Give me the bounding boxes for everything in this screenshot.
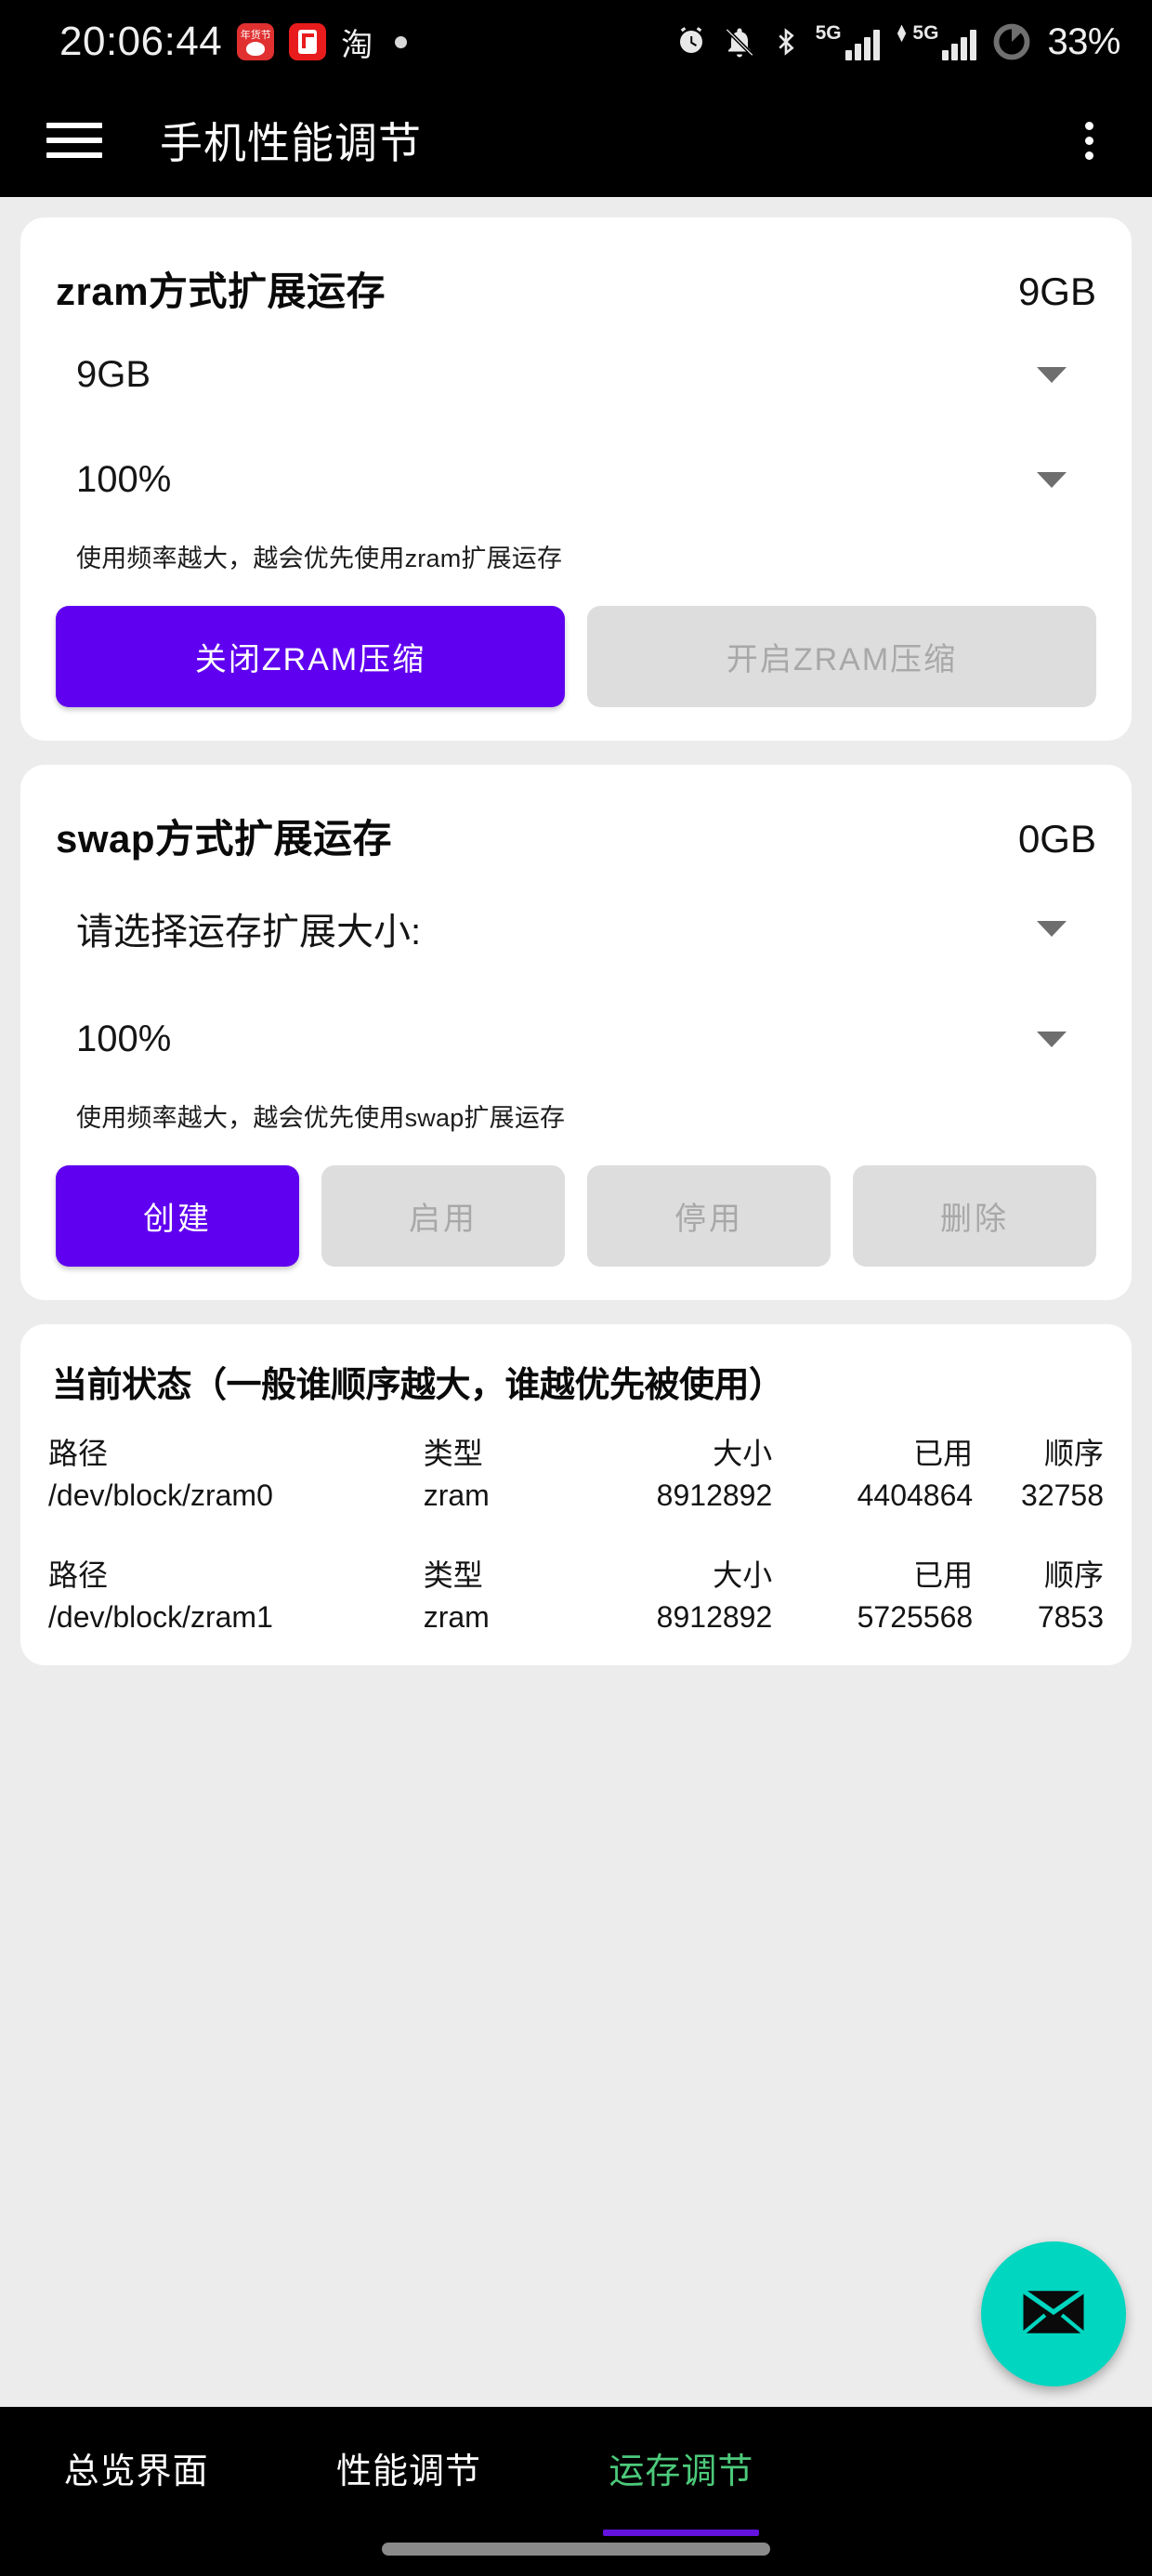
tab-active-indicator: [603, 2530, 760, 2536]
status-bar-left: 20:06:44 年货节 淘: [59, 19, 408, 65]
chevron-down-icon: [1037, 367, 1067, 383]
red-note-app-icon: [289, 23, 327, 60]
zram-size-spinner[interactable]: 9GB: [52, 322, 1100, 427]
swap-size-spinner-value: 请选择运存扩展大小:: [76, 912, 422, 953]
page-title: 手机性能调节: [160, 119, 422, 167]
table-row: /dev/block/zram0 zram 8912892 4404864 32…: [48, 1476, 1104, 1516]
column-header-order: 顺序: [1044, 1558, 1105, 1592]
envelope-icon: [1017, 2276, 1090, 2353]
table-row: /dev/block/zram1 zram 8912892 5725568 78…: [48, 1597, 1104, 1637]
column-header-path: 路径: [48, 1558, 109, 1592]
zram-card-title: zram方式扩展运存: [56, 269, 386, 313]
column-header-type: 类型: [423, 1437, 483, 1470]
signal-5g-icon: 5G: [816, 23, 880, 60]
jd-app-icon: 年货节: [237, 23, 275, 60]
zram-enable-button[interactable]: 开启ZRAM压缩: [587, 606, 1096, 707]
swap-percent-spinner-value: 100%: [76, 1019, 172, 1059]
column-header-used: 已用: [913, 1437, 974, 1470]
zram-card: zram方式扩展运存 9GB 9GB 100% 使用频率越大，越会优先使用zra…: [20, 217, 1132, 741]
tab-performance-label: 性能调节: [335, 2452, 481, 2491]
phone-screen: 20:06:44 年货节 淘 5G ▲ ▼ 5G 33% 手机性能调节 zram…: [0, 0, 1152, 2576]
cell-type: zram: [423, 1479, 490, 1512]
zram-card-header: zram方式扩展运存 9GB: [52, 245, 1100, 322]
current-status-title: 当前状态（一般谁顺序越大，谁越优先被使用）: [52, 1366, 784, 1405]
swap-create-button[interactable]: 创建: [56, 1165, 299, 1267]
chevron-down-icon: [1037, 1032, 1067, 1047]
cell-path: /dev/block/zram0: [48, 1479, 273, 1512]
swap-disable-button[interactable]: 停用: [587, 1165, 831, 1267]
compose-fab-button[interactable]: [981, 2241, 1126, 2386]
column-header-size: 大小: [713, 1437, 773, 1470]
zram-hint: 使用频率越大，越会优先使用zram扩展运存: [76, 545, 563, 572]
zram-button-row: 关闭ZRAM压缩 开启ZRAM压缩: [52, 574, 1100, 709]
hamburger-icon[interactable]: [46, 117, 102, 164]
swap-card: swap方式扩展运存 0GB 请选择运存扩展大小: 100% 使用频率越大，越会…: [20, 765, 1132, 1300]
alarm-icon: [674, 25, 708, 59]
cell-path: /dev/block/zram1: [48, 1600, 273, 1634]
bluetooth-icon: [771, 25, 801, 59]
swap-delete-button[interactable]: 删除: [853, 1165, 1096, 1267]
column-header-order: 顺序: [1044, 1437, 1105, 1470]
zram-card-value: 9GB: [1017, 269, 1096, 313]
column-header-type: 类型: [423, 1558, 483, 1592]
more-vertical-icon[interactable]: [1063, 114, 1115, 166]
cell-size: 8912892: [656, 1600, 773, 1634]
status-bar: 20:06:44 年货节 淘 5G ▲ ▼ 5G 33%: [0, 0, 1152, 84]
zram-percent-spinner[interactable]: 100%: [52, 427, 1100, 532]
column-header-used: 已用: [913, 1558, 974, 1592]
app-bar: 手机性能调节: [0, 84, 1152, 197]
swap-enable-button[interactable]: 启用: [321, 1165, 565, 1267]
cell-type: zram: [423, 1600, 490, 1634]
signal-5g-data-icon: ▲ ▼ 5G: [895, 22, 977, 60]
battery-percent: 33%: [1047, 20, 1120, 62]
bell-muted-icon: [723, 25, 756, 59]
current-status-card: 当前状态（一般谁顺序越大，谁越优先被使用） 路径 类型 大小 已用 顺序 /de…: [20, 1324, 1132, 1665]
swap-percent-spinner[interactable]: 100%: [52, 987, 1100, 1092]
chevron-down-icon: [1037, 472, 1067, 488]
status-clock: 20:06:44: [59, 19, 223, 64]
swap-size-spinner[interactable]: 请选择运存扩展大小:: [52, 870, 1100, 987]
swap-card-value: 0GB: [1017, 817, 1096, 861]
status-table-header: 路径 类型 大小 已用 顺序: [48, 1549, 1104, 1597]
cell-size: 8912892: [656, 1479, 773, 1512]
tab-performance[interactable]: 性能调节: [272, 2442, 544, 2536]
status-table-block: 路径 类型 大小 已用 顺序 /dev/block/zram1 zram 891…: [48, 1549, 1104, 1637]
column-header-size: 大小: [713, 1558, 773, 1592]
status-bar-right: 5G ▲ ▼ 5G 33%: [674, 21, 1120, 63]
zram-disable-button[interactable]: 关闭ZRAM压缩: [56, 606, 565, 707]
gesture-home-bar[interactable]: [382, 2543, 770, 2556]
zram-size-spinner-value: 9GB: [76, 354, 151, 395]
swap-hint: 使用频率越大，越会优先使用swap扩展运存: [76, 1104, 566, 1132]
tab-overview[interactable]: 总览界面: [0, 2442, 272, 2536]
column-header-path: 路径: [48, 1437, 109, 1470]
swap-card-header: swap方式扩展运存 0GB: [52, 793, 1100, 870]
tab-memory[interactable]: 运存调节: [545, 2442, 818, 2536]
tab-overview-label: 总览界面: [63, 2452, 209, 2491]
cell-order: 32758: [1021, 1479, 1105, 1512]
main-content: zram方式扩展运存 9GB 9GB 100% 使用频率越大，越会优先使用zra…: [0, 197, 1152, 2407]
swap-button-row: 创建 启用 停用 删除: [52, 1134, 1100, 1268]
cell-used: 4404864: [857, 1479, 974, 1512]
tab-memory-label: 运存调节: [609, 2452, 754, 2491]
cell-used: 5725568: [857, 1600, 974, 1634]
status-table-header: 路径 类型 大小 已用 顺序: [48, 1427, 1104, 1476]
taobao-app-icon: 淘: [341, 27, 373, 61]
nav-tab-list: 总览界面 性能调节 运存调节: [0, 2442, 818, 2536]
bottom-navigation: 总览界面 性能调节 运存调节: [0, 2407, 1152, 2576]
cell-order: 7853: [1037, 1600, 1105, 1634]
status-table-block: 路径 类型 大小 已用 顺序 /dev/block/zram0 zram 891…: [48, 1427, 1104, 1516]
swap-card-title: swap方式扩展运存: [56, 817, 393, 861]
chevron-down-icon: [1037, 920, 1067, 937]
battery-icon: [991, 21, 1032, 62]
zram-percent-spinner-value: 100%: [76, 459, 172, 500]
dot-indicator-icon: [395, 35, 408, 48]
